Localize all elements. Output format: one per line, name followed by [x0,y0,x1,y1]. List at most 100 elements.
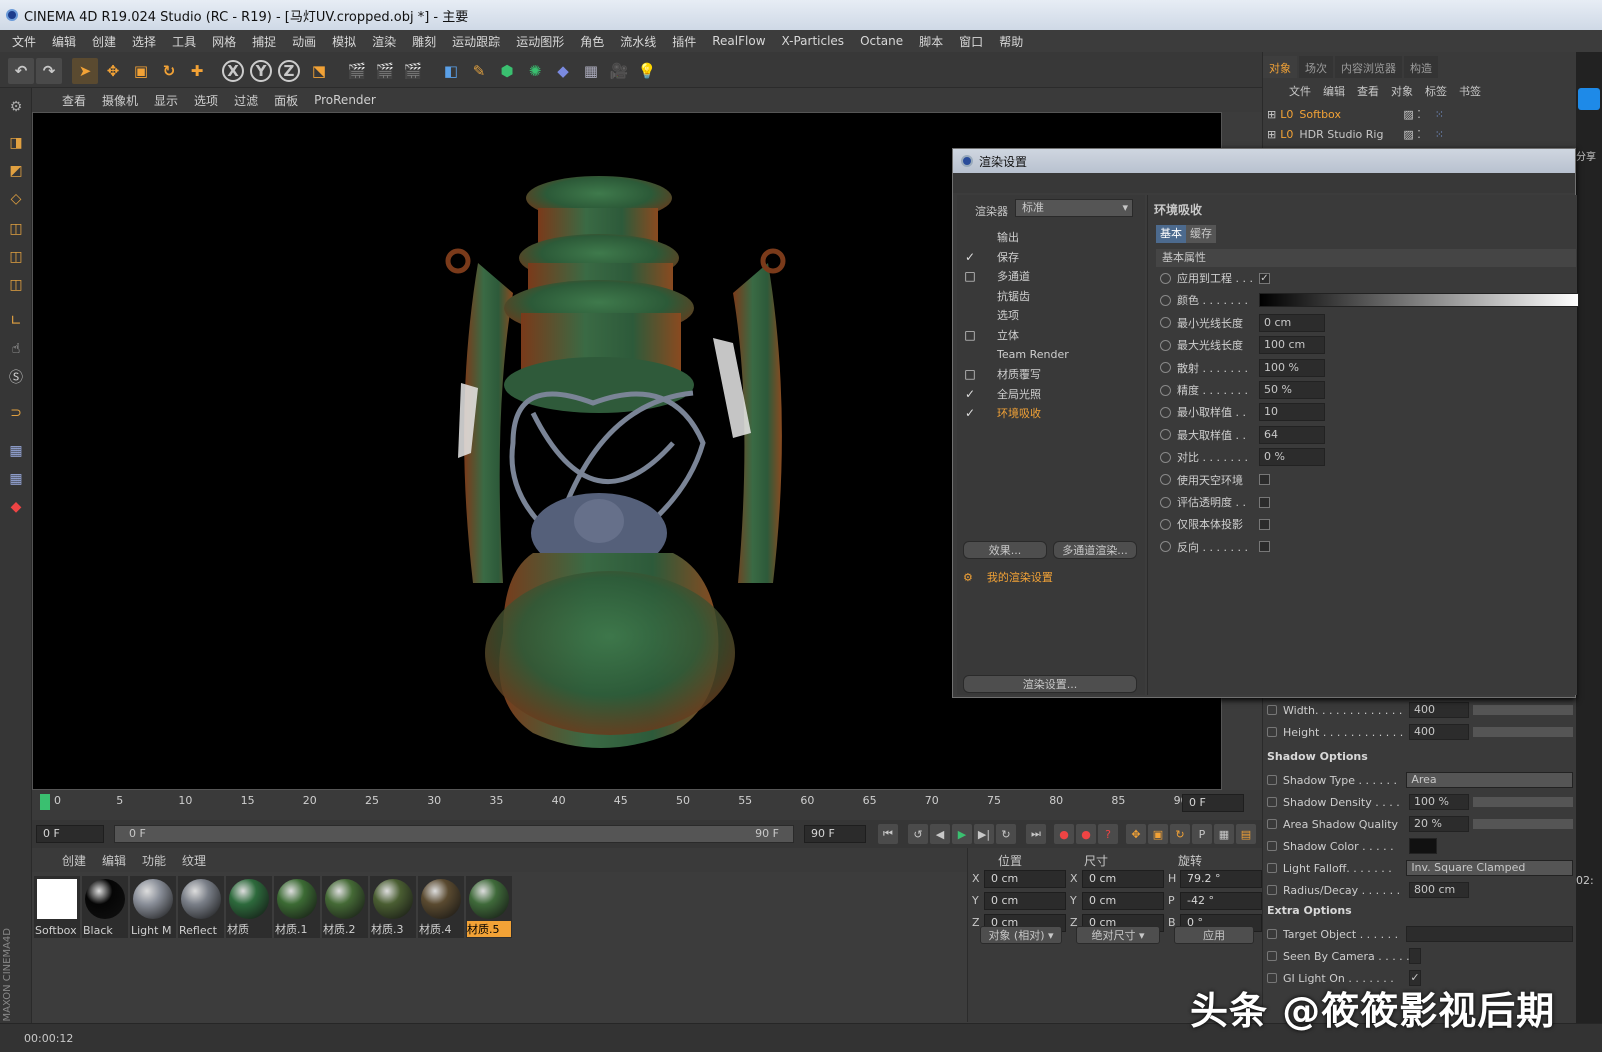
move-icon[interactable]: ✥ [100,58,126,84]
material-swatch[interactable]: Light M [130,876,176,938]
coord-mode-dropdown[interactable]: 对象 (相对) ▾ [980,926,1062,944]
keyframe-selection-icon[interactable]: ? [1098,824,1118,844]
range-slider[interactable]: 0 F 90 F [114,825,794,843]
ao-parameter-checkbox[interactable] [1259,518,1270,530]
menu-item[interactable]: 选择 [124,33,164,50]
autokey-icon[interactable]: ● [1076,824,1096,844]
attribute-slider[interactable] [1473,727,1573,737]
edges-mode-icon[interactable]: ◫ [3,244,29,270]
render-settings-button[interactable]: 渲染设置... [963,675,1137,693]
tab-basic[interactable]: 基本 [1156,225,1186,243]
material-swatch[interactable]: 材质.4 [418,876,464,938]
enable-checkbox[interactable] [963,230,977,244]
menu-item[interactable]: 模拟 [324,33,364,50]
enable-checkbox[interactable]: ✓ [963,406,977,420]
end-frame-field[interactable]: 90 F [804,825,866,843]
ao-parameter-checkbox[interactable] [1259,474,1270,486]
previous-frame-icon[interactable]: ◀ [930,824,950,844]
animation-key-icon[interactable] [1267,705,1277,715]
animation-key-icon[interactable] [1267,885,1277,895]
material-menu-item[interactable]: 纹理 [174,852,214,869]
render-settings-item[interactable]: □ 多通道 [957,266,1145,286]
tag-icon[interactable]: ⁙ [1435,108,1444,121]
attribute-value[interactable]: 20 % [1409,816,1469,832]
animation-key-icon[interactable] [1267,841,1277,851]
ao-parameter-checkbox[interactable] [1259,541,1270,553]
viewport-menu-item[interactable]: 过滤 [226,92,266,109]
menu-item[interactable]: 动画 [284,33,324,50]
make-editable-icon[interactable]: ⚙ [3,94,29,120]
position-field[interactable]: 0 cm [984,892,1066,910]
size-mode-dropdown[interactable]: 绝对尺寸 ▾ [1076,926,1160,944]
menu-item[interactable]: 渲染 [364,33,404,50]
material-swatch[interactable]: 材质.1 [274,876,320,938]
menu-item[interactable]: 编辑 [44,33,84,50]
object-menu-item[interactable]: 文件 [1283,83,1317,99]
timeline-ruler[interactable]: 0 5 10 15 20 25 30 35 40 45 50 55 60 65 70 75 80 85 90 0 F [32,790,1262,820]
object-row[interactable]: ⊞ L0 Softbox ▨ ⁚ ⁙ [1267,104,1573,124]
timeline-window-icon[interactable]: ▤ [1236,824,1256,844]
z-axis-lock-button[interactable]: Z [278,60,300,82]
enable-checkbox[interactable]: □ [963,328,977,342]
workplane-mode-icon[interactable]: ◇ [3,186,29,212]
menu-item[interactable]: X-Particles [774,34,853,48]
viewport-menu-item[interactable]: 摄像机 [94,92,146,109]
render-settings-item[interactable]: Team Render [957,345,1145,365]
tab-cache[interactable]: 缓存 [1186,225,1216,243]
tab-object-manager[interactable]: 场次 [1299,56,1333,78]
renderer-dropdown[interactable]: 标准 ▾ [1015,199,1133,217]
material-swatch[interactable]: 材质.5 [466,876,512,938]
attribute-slider[interactable] [1473,705,1573,715]
menu-item[interactable]: 工具 [164,33,204,50]
material-menu-item[interactable]: 创建 [54,852,94,869]
ao-parameter-field[interactable]: 100 cm [1259,336,1325,355]
animation-key-icon[interactable] [1267,929,1277,939]
rotation-field[interactable]: -42 ° [1180,892,1262,910]
material-menu-item[interactable]: 功能 [134,852,174,869]
rotate-icon[interactable]: ↻ [156,58,182,84]
menu-item[interactable]: 帮助 [991,33,1031,50]
x-axis-lock-button[interactable]: X [222,60,244,82]
object-menu-item[interactable]: 编辑 [1317,83,1351,99]
snap-icon[interactable]: Ⓢ [3,364,29,390]
render-settings-item[interactable]: □ 材质覆写 [957,364,1145,384]
enable-checkbox[interactable] [963,289,977,303]
tab-object-manager[interactable]: 对象 [1263,56,1297,78]
material-menu-item[interactable]: 编辑 [94,852,134,869]
menu-item[interactable]: 文件 [4,33,44,50]
animation-key-icon[interactable] [1267,775,1277,785]
ao-parameter-checkbox[interactable] [1259,496,1270,508]
play-icon[interactable]: ▶ [952,824,972,844]
enable-checkbox[interactable]: □ [963,269,977,283]
rotation-field[interactable]: 79.2 ° [1180,870,1262,888]
viewport-menu-item[interactable]: 选项 [186,92,226,109]
animation-key-icon[interactable] [1267,951,1277,961]
y-axis-lock-button[interactable]: Y [250,60,272,82]
share-icon[interactable] [1578,88,1600,110]
object-menu-item[interactable]: 标签 [1419,83,1453,99]
tag-icon[interactable]: ⁙ [1435,128,1444,141]
attribute-value[interactable]: 100 % [1409,794,1469,810]
render-settings-item[interactable]: 输出 [957,227,1145,247]
ao-parameter-field[interactable]: 0 % [1259,448,1325,467]
points-mode-icon[interactable]: ◫ [3,216,29,242]
enable-checkbox[interactable]: ✓ [963,387,977,401]
current-frame-field[interactable]: 0 F [1182,794,1244,812]
edit-render-settings-icon[interactable]: 🎬 [400,58,426,84]
menu-item[interactable]: 网格 [204,33,244,50]
pla-key-icon[interactable]: ▦ [1214,824,1234,844]
render-view-icon[interactable]: 🎬 [344,58,370,84]
animation-key-icon[interactable] [1160,362,1171,374]
menu-item[interactable]: 运动图形 [508,33,572,50]
animation-key-icon[interactable] [1160,474,1171,486]
render-settings-title-bar[interactable]: 渲染设置 [953,149,1575,173]
attribute-value[interactable] [1406,926,1574,942]
menu-item[interactable]: 雕刻 [404,33,444,50]
animation-key-icon[interactable] [1160,518,1171,530]
animation-key-icon[interactable] [1160,541,1171,553]
floor-icon[interactable]: ▦ [578,58,604,84]
viewport-menu-item[interactable]: 面板 [266,92,306,109]
polygons-mode-icon[interactable]: ◫ [3,272,29,298]
menu-item[interactable]: Octane [852,34,911,48]
attribute-value[interactable]: Area [1406,772,1574,788]
